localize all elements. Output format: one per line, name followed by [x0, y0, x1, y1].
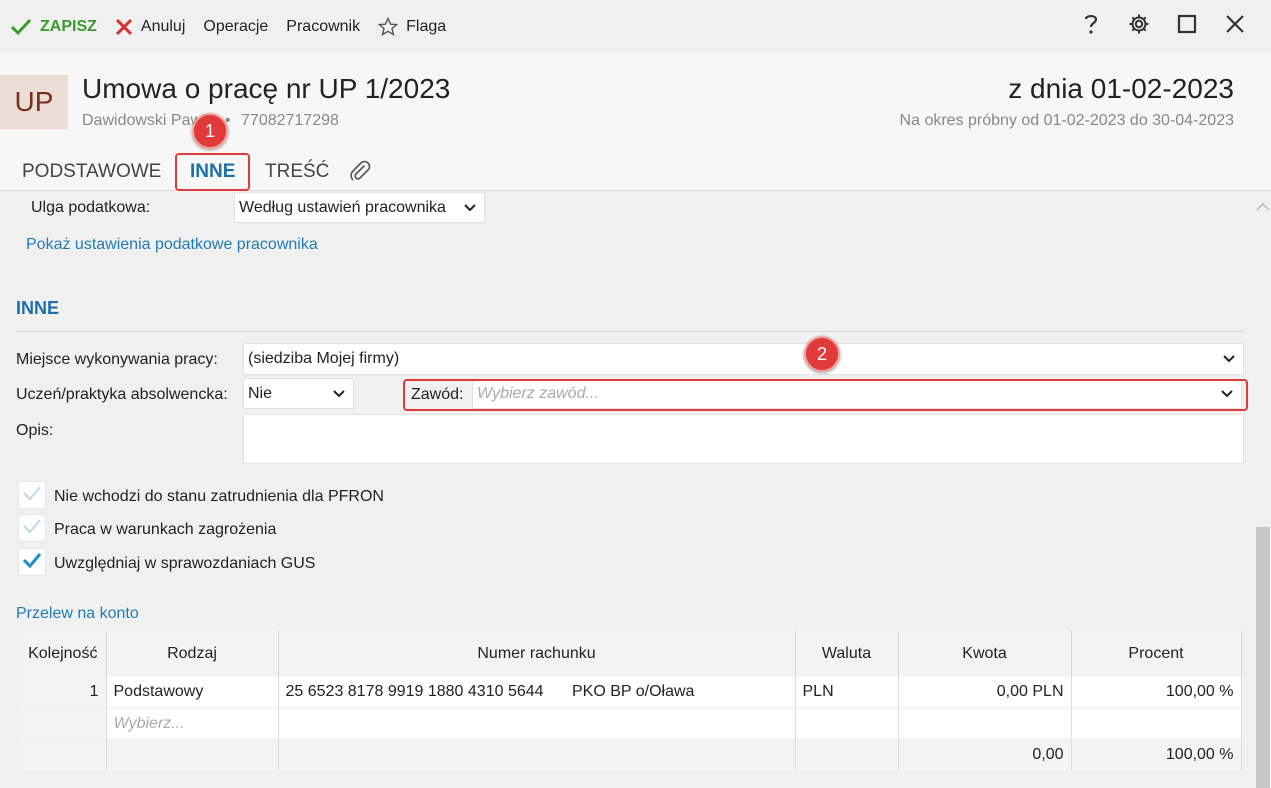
show-tax-settings-link[interactable]: Pokaż ustawienia podatkowe pracownika: [26, 236, 318, 254]
check-light-icon: [22, 485, 42, 506]
operations-label: Operacje: [203, 17, 269, 35]
column-header-type[interactable]: Rodzaj: [106, 631, 279, 677]
help-icon: [1083, 13, 1099, 40]
content-area: Ulga podatkowa: Według ustawień pracowni…: [0, 192, 1271, 788]
employee-pesel: 77082717298: [241, 112, 339, 129]
scrollbar-thumb[interactable]: [1256, 527, 1270, 788]
apprentice-label: Uczeń/praktyka absolwencka:: [16, 386, 228, 403]
flag-button[interactable]: Flaga: [378, 16, 447, 37]
description-label: Opis:: [16, 422, 54, 439]
save-button[interactable]: ZAPISZ: [10, 18, 97, 36]
column-header-order[interactable]: Kolejność: [20, 631, 107, 677]
checkmark-icon: [22, 552, 42, 573]
tax-relief-label: Ulga podatkowa:: [31, 199, 151, 216]
save-label: ZAPISZ: [40, 17, 97, 35]
section-divider: [16, 331, 1245, 332]
star-icon: [378, 16, 399, 37]
new-type-placeholder[interactable]: Wybierz...: [106, 708, 279, 740]
account-number: 25 6523 8178 9919 1880 4310 5644: [285, 683, 544, 701]
flag-label: Flaga: [406, 17, 447, 35]
toolbar: ZAPISZ Anuluj Operacje Pracownik Flaga: [0, 0, 1271, 53]
page-title: Umowa o pracę nr UP 1/2023: [82, 73, 451, 104]
cell-currency[interactable]: PLN: [795, 677, 899, 709]
pfron-checkbox[interactable]: [18, 481, 46, 509]
help-button[interactable]: [1067, 7, 1115, 47]
annotation-badge-1: 1: [192, 113, 228, 149]
hazard-label: Praca w warunkach zagrożenia: [54, 521, 277, 538]
bank-name: PKO BP o/Oława: [571, 683, 695, 701]
tab-podstawowe[interactable]: PODSTAWOWE: [22, 161, 161, 183]
cell-account-empty[interactable]: [278, 708, 796, 740]
column-header-currency[interactable]: Waluta: [795, 631, 899, 677]
sum-cell-empty: [106, 738, 279, 770]
employee-menu[interactable]: Pracownik: [286, 18, 360, 36]
cell-percent[interactable]: 100,00 %: [1071, 677, 1242, 709]
column-header-percent[interactable]: Procent: [1071, 631, 1242, 677]
chevron-down-icon: [333, 389, 345, 398]
contract-period: Na okres próbny od 01-02-2023 do 30-04-2…: [899, 112, 1234, 129]
apprentice-value: Nie: [248, 384, 273, 402]
workplace-select[interactable]: (siedziba Mojej firmy): [243, 343, 1244, 375]
cancel-button[interactable]: Anuluj: [115, 18, 185, 36]
tab-tresc[interactable]: TREŚĆ: [265, 161, 329, 183]
transfer-section-title[interactable]: Przelew na konto: [16, 605, 139, 623]
close-window-icon: [1225, 14, 1245, 39]
avatar: UP: [0, 75, 68, 129]
cell-percent-empty[interactable]: [1071, 708, 1242, 740]
maximize-button[interactable]: [1163, 7, 1211, 47]
cell-type[interactable]: Podstawowy: [106, 677, 279, 709]
cell-account[interactable]: 25 6523 8178 9919 1880 4310 5644 PKO BP …: [278, 677, 796, 709]
description-textarea[interactable]: [243, 414, 1244, 464]
cell-currency-empty[interactable]: [795, 708, 899, 740]
hazard-checkbox[interactable]: [18, 514, 46, 542]
table-header-row: Kolejność Rodzaj Numer rachunku Waluta K…: [20, 631, 1242, 677]
workplace-value: (siedziba Mojej firmy): [248, 350, 400, 367]
document-header: UP Umowa o pracę nr UP 1/2023 Dawidowski…: [0, 53, 1271, 153]
settings-button[interactable]: [1115, 7, 1163, 47]
tax-relief-select[interactable]: Według ustawień pracownika: [234, 192, 485, 223]
annotation-badge-2: 2: [804, 336, 840, 372]
sum-amount: 0,00: [898, 738, 1072, 770]
chevron-up-icon[interactable]: [1256, 198, 1270, 216]
paperclip-icon: [348, 160, 372, 188]
maximize-icon: [1177, 14, 1197, 39]
workplace-label: Miejsce wykonywania pracy:: [16, 351, 218, 368]
column-header-account[interactable]: Numer rachunku: [278, 631, 796, 677]
close-window-button[interactable]: [1211, 7, 1259, 47]
gus-checkbox[interactable]: [18, 548, 46, 576]
cell-order-empty: [20, 708, 107, 740]
annotation-box-1: [175, 153, 250, 191]
sum-cell-empty: [278, 738, 796, 770]
sum-cell-empty: [795, 738, 899, 770]
document-date: z dnia 01-02-2023: [1008, 73, 1234, 104]
apprentice-select[interactable]: Nie: [243, 378, 354, 409]
cell-amount[interactable]: 0,00 PLN: [898, 677, 1072, 709]
column-header-amount[interactable]: Kwota: [898, 631, 1072, 677]
gus-label: Uwzględniaj w sprawozdaniach GUS: [54, 555, 316, 572]
transfer-table: Kolejność Rodzaj Numer rachunku Waluta K…: [20, 631, 1242, 770]
section-title-inne: INNE: [16, 298, 60, 318]
cell-order[interactable]: 1: [20, 677, 107, 709]
checkmark-icon: [10, 18, 32, 36]
pfron-label: Nie wchodzi do stanu zatrudnienia dla PF…: [54, 488, 384, 505]
table-new-row[interactable]: Wybierz...: [20, 708, 1242, 740]
employee-label: Pracownik: [286, 17, 361, 35]
tax-relief-value: Według ustawień pracownika: [239, 198, 446, 216]
annotation-box-2: [403, 379, 1248, 411]
cell-amount-empty[interactable]: [898, 708, 1072, 740]
gear-icon: [1128, 13, 1150, 40]
table-sum-row: 0,00 100,00 %: [20, 738, 1242, 770]
table-row[interactable]: 1 Podstawowy 25 6523 8178 9919 1880 4310…: [20, 677, 1242, 709]
operations-menu[interactable]: Operacje: [203, 18, 268, 36]
close-icon: [115, 18, 133, 36]
cancel-label: Anuluj: [140, 17, 186, 35]
tab-attachments[interactable]: [348, 159, 372, 189]
sum-percent: 100,00 %: [1071, 738, 1242, 770]
sum-cell-empty: [20, 738, 107, 770]
chevron-down-icon: [1223, 355, 1235, 363]
check-light-icon: [22, 518, 42, 539]
chevron-down-icon: [464, 203, 476, 212]
